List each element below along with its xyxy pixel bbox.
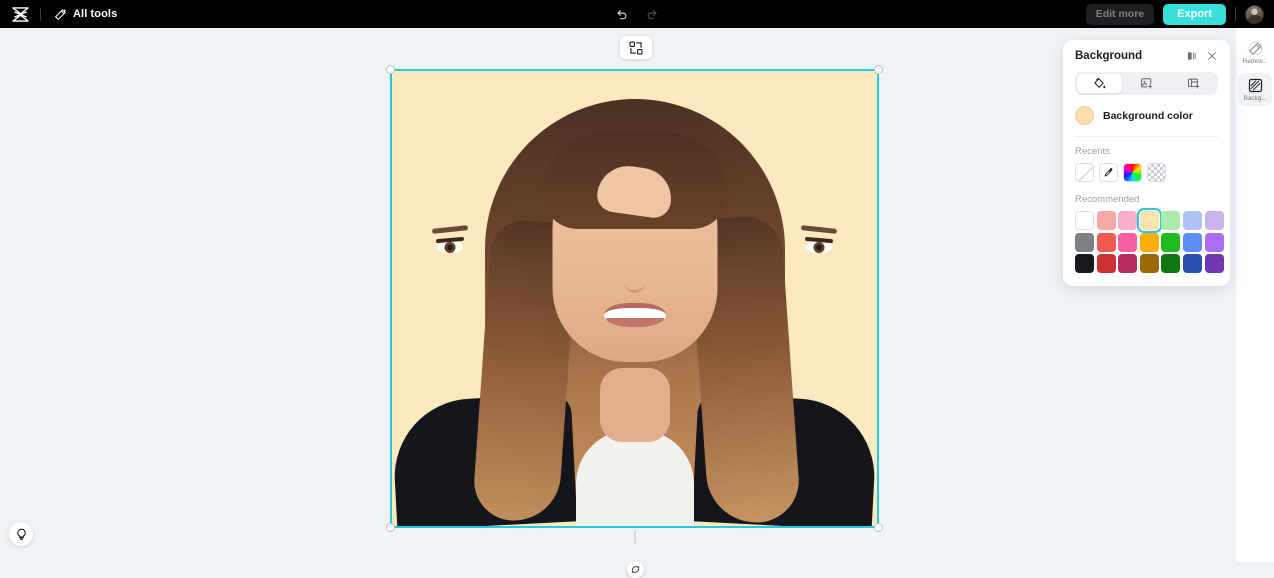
all-tools-button[interactable]: All tools xyxy=(54,8,117,21)
recommended-swatch[interactable] xyxy=(1139,232,1159,252)
canvas-image[interactable] xyxy=(392,71,877,526)
recommended-swatch-grid xyxy=(1075,208,1224,274)
canvas-resize-button[interactable] xyxy=(620,36,652,59)
edit-more-button[interactable]: Edit more xyxy=(1085,3,1155,25)
add-template-icon xyxy=(1187,78,1200,89)
help-button[interactable] xyxy=(9,522,33,546)
recents-row xyxy=(1075,163,1218,182)
recent-no-color[interactable] xyxy=(1075,163,1094,182)
recommended-swatch[interactable] xyxy=(1118,232,1138,252)
background-color-row[interactable]: Background color xyxy=(1075,106,1218,137)
resize-transform-icon xyxy=(629,40,643,55)
background-panel-header-actions xyxy=(1186,50,1218,62)
recommended-swatch[interactable] xyxy=(1136,208,1162,233)
close-x-icon xyxy=(1208,52,1216,60)
recommended-swatch[interactable] xyxy=(1182,254,1202,274)
undo-arrow-icon xyxy=(617,9,627,19)
eyedropper-icon xyxy=(1104,168,1113,177)
tab-image-background[interactable] xyxy=(1124,74,1169,93)
recommended-swatch[interactable] xyxy=(1182,211,1202,230)
recommended-swatch[interactable] xyxy=(1204,211,1224,230)
app-logo[interactable] xyxy=(0,6,40,22)
tab-template-background[interactable] xyxy=(1171,74,1216,93)
background-panel-title: Background xyxy=(1075,50,1143,62)
resize-handle-top-left[interactable] xyxy=(386,65,395,74)
rail-item-background[interactable]: Backg... xyxy=(1238,73,1272,106)
paint-bucket-icon xyxy=(1094,77,1106,89)
close-button[interactable] xyxy=(1206,50,1218,62)
recommended-swatch[interactable] xyxy=(1096,232,1116,252)
rail-item-remove-background[interactable]: Remov... xyxy=(1238,36,1272,69)
rail-label-background: Backg... xyxy=(1243,95,1267,102)
background-panel: Background Background color Recents Reco… xyxy=(1063,40,1230,287)
recommended-swatch[interactable] xyxy=(1096,254,1116,274)
resize-handle-bottom-right[interactable] xyxy=(874,523,883,532)
portrait-shirt xyxy=(575,430,694,526)
background-color-swatch[interactable] xyxy=(1075,106,1094,125)
recommended-swatch[interactable] xyxy=(1075,211,1094,230)
lightbulb-icon xyxy=(16,528,26,540)
right-tool-rail: Remov... Backg... xyxy=(1236,28,1274,562)
recommended-swatch[interactable] xyxy=(1182,232,1202,252)
resize-handle-bottom-left[interactable] xyxy=(386,523,395,532)
capcut-logo-icon xyxy=(11,6,29,22)
add-image-icon xyxy=(1141,78,1153,89)
topbar-divider-left xyxy=(40,7,41,21)
recommended-swatch[interactable] xyxy=(1118,254,1138,274)
recommended-swatch[interactable] xyxy=(1118,211,1138,230)
portrait-nose xyxy=(624,267,645,293)
avatar[interactable] xyxy=(1245,4,1264,24)
background-color-label: Background color xyxy=(1103,109,1193,122)
recent-transparent[interactable] xyxy=(1147,163,1166,182)
portrait-brow-right xyxy=(800,225,838,234)
topbar-divider-right xyxy=(1235,7,1236,21)
magic-wand-icon xyxy=(55,8,67,20)
background-panel-header: Background xyxy=(1075,50,1218,62)
all-tools-label: All tools xyxy=(73,8,118,20)
recommended-swatch[interactable] xyxy=(1161,254,1181,274)
compare-button[interactable] xyxy=(1186,50,1198,62)
recommended-swatch[interactable] xyxy=(1204,232,1224,252)
recommended-swatch[interactable] xyxy=(1161,232,1181,252)
portrait-neck xyxy=(599,368,670,442)
portrait-brow-left xyxy=(431,225,469,234)
topbar-actions: Edit more Export xyxy=(1085,3,1264,25)
portrait-mouth xyxy=(603,303,666,327)
magic-eraser-icon xyxy=(1248,41,1262,56)
canvas-selection-frame[interactable] xyxy=(386,65,883,544)
rail-label-remove-background: Remov... xyxy=(1242,58,1268,65)
top-bar: All tools Edit more Export xyxy=(0,0,1274,28)
background-square-icon xyxy=(1248,78,1262,93)
tab-solid-color[interactable] xyxy=(1077,74,1122,93)
rotate-stem xyxy=(634,530,635,544)
recent-color-wheel[interactable] xyxy=(1123,163,1142,182)
recommended-swatch[interactable] xyxy=(1139,254,1159,274)
background-panel-tabs xyxy=(1075,72,1218,95)
recommended-swatch[interactable] xyxy=(1161,211,1181,230)
recommended-swatch[interactable] xyxy=(1075,254,1094,274)
undo-button[interactable] xyxy=(612,5,631,24)
recommended-swatch[interactable] xyxy=(1204,254,1224,274)
resize-handle-top-right[interactable] xyxy=(874,65,883,74)
redo-button[interactable] xyxy=(643,5,662,24)
export-button[interactable]: Export xyxy=(1163,3,1226,25)
recommended-label: Recommended xyxy=(1075,194,1140,205)
history-controls xyxy=(612,5,662,24)
rotate-handle-icon xyxy=(631,565,640,574)
rotate-handle[interactable] xyxy=(627,561,644,578)
recents-label: Recents xyxy=(1075,146,1110,157)
recommended-swatch[interactable] xyxy=(1075,232,1094,252)
recommended-swatch[interactable] xyxy=(1096,211,1116,230)
redo-arrow-icon xyxy=(647,9,657,19)
compare-split-icon xyxy=(1187,52,1196,60)
recent-eyedropper[interactable] xyxy=(1099,163,1118,182)
